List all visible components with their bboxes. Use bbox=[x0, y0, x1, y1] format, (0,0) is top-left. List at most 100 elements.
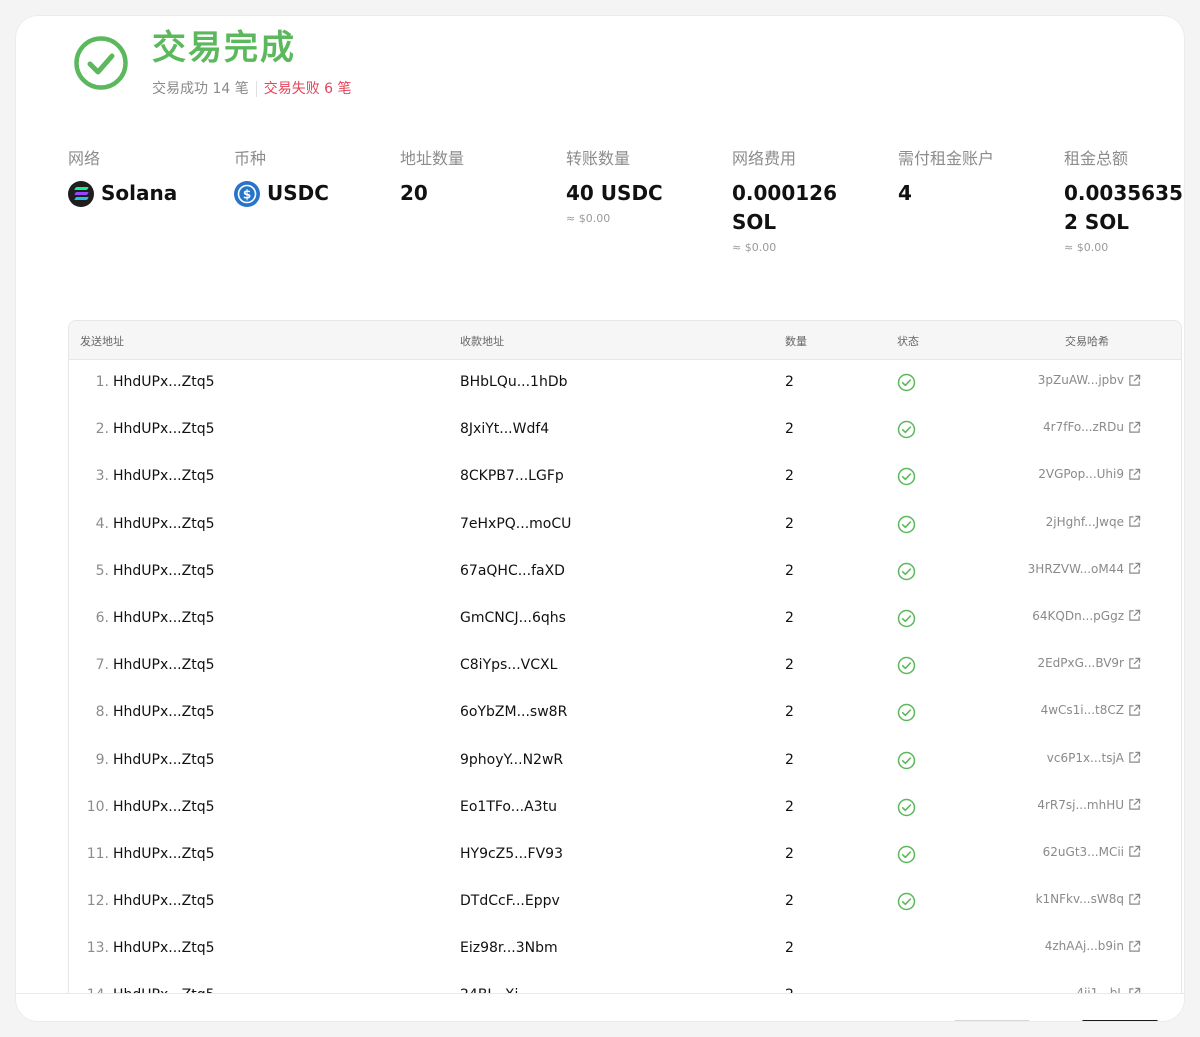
receiver-address: Eiz98r...3Nbm bbox=[460, 940, 558, 957]
external-link-icon[interactable] bbox=[1128, 421, 1141, 434]
row-index: 11. bbox=[86, 845, 109, 862]
tx-hash-link[interactable]: 4r7fFo...zRDu bbox=[1043, 420, 1141, 434]
transfer-amount: 2 bbox=[785, 421, 794, 438]
tx-hash-link[interactable]: 4zhAAj...b9in bbox=[1045, 939, 1141, 953]
footer-bar bbox=[16, 993, 1184, 1021]
stat-label: 网络费用 bbox=[732, 149, 797, 168]
transfer-amount: 2 bbox=[785, 515, 794, 532]
row-index: 7. bbox=[95, 657, 109, 674]
receiver-address: BHbLQu...1hDb bbox=[460, 374, 568, 390]
stat-value: $ USDC bbox=[234, 179, 329, 208]
table-row: 5. HhdUPx...Ztq5 67aQHC...faXD 2 3HRZVW...oM… bbox=[69, 549, 1181, 596]
tx-hash-link[interactable]: 2jHghf...Jwqe bbox=[1046, 515, 1141, 529]
row-index: 4. bbox=[95, 515, 109, 532]
stat-address-count: 地址数量 20 bbox=[400, 149, 464, 208]
sender-address: HhdUPx...Ztq5 bbox=[113, 893, 215, 910]
transfer-amount: 2 bbox=[785, 845, 794, 862]
tx-hash: 4wCs1i...t8CZ bbox=[1040, 703, 1124, 718]
sender-address: HhdUPx...Ztq5 bbox=[113, 798, 215, 815]
sender-address: HhdUPx...Ztq5 bbox=[113, 374, 215, 390]
sender-address: HhdUPx...Ztq5 bbox=[113, 751, 215, 768]
tx-hash-link[interactable]: 4rR7sj...mhHU bbox=[1037, 798, 1141, 812]
tx-hash: 62uGt3...MCii bbox=[1042, 844, 1124, 859]
external-link-icon[interactable] bbox=[1128, 940, 1141, 953]
success-check-icon bbox=[74, 36, 128, 90]
external-link-icon[interactable] bbox=[1128, 798, 1141, 811]
stat-value-line2: SOL bbox=[732, 210, 777, 234]
tx-hash: 3HRZVW...oM44 bbox=[1027, 561, 1124, 576]
result-card: 交易完成 交易成功 14 笔 交易失败 6 笔 网络 Solana 币种 $ U… bbox=[16, 16, 1184, 1021]
tx-hash: 3pZuAW...jpbv bbox=[1037, 373, 1124, 387]
tx-hash: 4rR7sj...mhHU bbox=[1037, 797, 1124, 812]
external-link-icon[interactable] bbox=[1128, 893, 1141, 906]
success-check-icon bbox=[897, 562, 916, 580]
stat-label: 币种 bbox=[234, 149, 267, 168]
tx-hash: 2VGPop...Uhi9 bbox=[1038, 467, 1124, 482]
svg-text:$: $ bbox=[243, 187, 251, 201]
table-body: 1. HhdUPx...Ztq5 BHbLQu...1hDb 2 3pZuAW...jp… bbox=[69, 360, 1181, 1021]
sender-address: HhdUPx...Ztq5 bbox=[113, 468, 215, 485]
tx-hash: 2jHghf...Jwqe bbox=[1045, 514, 1124, 529]
tx-hash-link[interactable]: 62uGt3...MCii bbox=[1043, 845, 1141, 859]
external-link-icon[interactable] bbox=[1128, 845, 1141, 858]
sender-address: HhdUPx...Ztq5 bbox=[113, 609, 215, 626]
row-index: 3. bbox=[95, 468, 109, 485]
stat-fiat-value: ≈ $0.00 bbox=[566, 212, 611, 225]
external-link-icon[interactable] bbox=[1128, 374, 1141, 387]
stat-label: 网络 bbox=[68, 149, 101, 168]
transfer-amount: 2 bbox=[785, 562, 794, 579]
receiver-address: HY9cZ5...FV93 bbox=[460, 845, 563, 862]
receiver-address: 9phoyY...N2wR bbox=[460, 751, 564, 768]
success-check-icon bbox=[897, 373, 916, 392]
table-row: 7. HhdUPx...Ztq5 C8iYps...VCXL 2 2EdPxG...BV… bbox=[69, 643, 1181, 690]
row-index: 13. bbox=[86, 940, 109, 957]
table-row: 6. HhdUPx...Ztq5 GmCNCJ...6qhs 2 64KQDn...pG… bbox=[69, 596, 1181, 643]
col-receiver: 收款地址 bbox=[460, 335, 504, 348]
stat-value: 0.0035635 2 SOL bbox=[1064, 179, 1183, 237]
external-link-icon[interactable] bbox=[1128, 657, 1141, 670]
sender-address: HhdUPx...Ztq5 bbox=[113, 421, 215, 438]
tx-hash: k1NFkv...sW8q bbox=[1035, 892, 1124, 907]
external-link-icon[interactable] bbox=[1128, 704, 1141, 717]
tx-hash-link[interactable]: k1NFkv...sW8q bbox=[1036, 892, 1141, 906]
stat-value: 20 bbox=[400, 181, 428, 205]
tx-hash-link[interactable]: 3HRZVW...oM44 bbox=[1028, 562, 1141, 576]
tx-hash-link[interactable]: 3pZuAW...jpbv bbox=[1038, 373, 1141, 387]
success-check-icon bbox=[897, 420, 916, 439]
external-link-icon[interactable] bbox=[1128, 751, 1141, 764]
primary-button[interactable] bbox=[1082, 1020, 1158, 1021]
network-name: Solana bbox=[101, 181, 178, 205]
tx-hash-link[interactable]: 2EdPxG...BV9r bbox=[1037, 656, 1141, 670]
external-link-icon[interactable] bbox=[1128, 515, 1141, 528]
transactions-table: 发送地址 收款地址 数量 状态 交易哈希 1. HhdUPx...Ztq5 BHbL… bbox=[68, 320, 1182, 1021]
usdc-icon: $ bbox=[234, 180, 260, 207]
stat-token: 币种 $ USDC bbox=[234, 149, 329, 208]
success-count: 交易成功 14 笔 bbox=[152, 81, 249, 97]
tx-hash-link[interactable]: 64KQDn...pGgz bbox=[1032, 609, 1141, 623]
external-link-icon[interactable] bbox=[1128, 562, 1141, 575]
stat-fiat-value: ≈ $0.00 bbox=[1064, 241, 1109, 254]
token-name: USDC bbox=[267, 181, 329, 205]
stat-network: 网络 Solana bbox=[68, 149, 177, 208]
tx-hash-link[interactable]: 2VGPop...Uhi9 bbox=[1038, 467, 1141, 481]
secondary-button[interactable] bbox=[954, 1020, 1030, 1021]
stat-rent-accounts: 需付租金账户 4 bbox=[898, 149, 994, 208]
stat-label: 租金总额 bbox=[1064, 149, 1129, 168]
external-link-icon[interactable] bbox=[1128, 468, 1141, 481]
external-link-icon[interactable] bbox=[1128, 609, 1141, 622]
fail-count-link[interactable]: 交易失败 6 笔 bbox=[264, 80, 352, 98]
transfer-amount: 2 bbox=[785, 940, 794, 957]
stat-label: 转账数量 bbox=[566, 149, 631, 168]
tx-hash: vc6P1x...tsjA bbox=[1046, 750, 1124, 765]
transfer-amount: 2 bbox=[785, 657, 794, 674]
transfer-amount: 2 bbox=[785, 704, 794, 721]
table-header: 发送地址 收款地址 数量 状态 交易哈希 bbox=[69, 321, 1181, 360]
success-check-icon bbox=[897, 751, 916, 769]
success-check-icon bbox=[897, 656, 916, 675]
tx-hash: 4zhAAj...b9in bbox=[1044, 939, 1124, 954]
tx-hash-link[interactable]: vc6P1x...tsjA bbox=[1047, 751, 1141, 765]
tx-hash-link[interactable]: 4wCs1i...t8CZ bbox=[1041, 703, 1141, 717]
receiver-address: GmCNCJ...6qhs bbox=[460, 609, 566, 626]
transfer-amount: 2 bbox=[785, 374, 794, 390]
success-check-icon bbox=[897, 468, 916, 486]
